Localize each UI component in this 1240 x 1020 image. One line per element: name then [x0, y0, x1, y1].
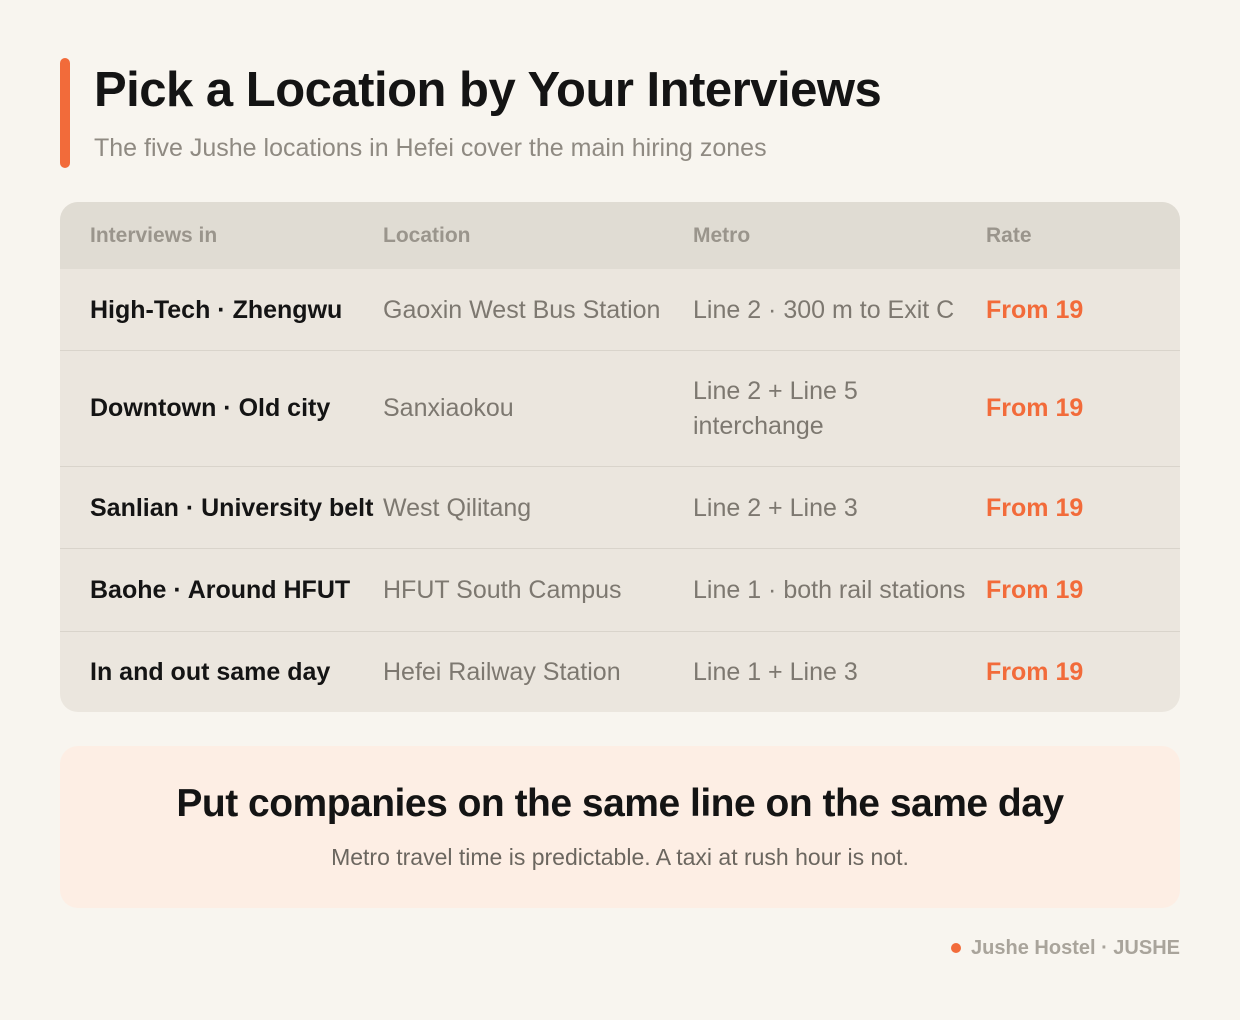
cell-metro: Line 2 · 300 m to Exit C — [693, 295, 955, 324]
cell-area: Sanlian · University belt — [90, 493, 374, 522]
title-accent-bar — [60, 58, 70, 168]
cell-metro: Line 2 + Line 5 interchange — [693, 376, 858, 440]
table-row: Downtown · Old city Sanxiaokou Line 2 + … — [60, 350, 1180, 466]
column-header-interviews: Interviews in — [90, 224, 218, 247]
table-row: Sanlian · University belt West Qilitang … — [60, 466, 1180, 549]
cell-rate: From 19 — [986, 575, 1084, 604]
cell-location: Hefei Railway Station — [383, 657, 621, 686]
cell-location: Gaoxin West Bus Station — [383, 295, 661, 324]
table-row: High-Tech · Zhengwu Gaoxin West Bus Stat… — [60, 269, 1180, 351]
footer-brand: Jushe Hostel · JUSHE — [951, 934, 1180, 962]
cell-metro: Line 1 + Line 3 — [693, 657, 858, 686]
cell-location: West Qilitang — [383, 493, 532, 522]
page-subtitle: The five Jushe locations in Hefei cover … — [94, 134, 767, 162]
column-header-location: Location — [383, 224, 471, 247]
cell-metro: Line 2 + Line 3 — [693, 493, 858, 522]
cell-rate: From 19 — [986, 657, 1084, 686]
column-header-rate: Rate — [986, 224, 1032, 247]
cell-area: In and out same day — [90, 657, 331, 686]
table-row: In and out same day Hefei Railway Statio… — [60, 631, 1180, 712]
cell-rate: From 19 — [986, 493, 1084, 522]
cell-location: Sanxiaokou — [383, 394, 514, 422]
callout-text: Metro travel time is predictable. A taxi… — [331, 844, 909, 870]
page-title: Pick a Location by Your Interviews — [94, 63, 882, 117]
locations-table: Interviews in Location Metro Rate High-T… — [60, 202, 1180, 712]
cell-area: Downtown · Old city — [90, 394, 331, 422]
page-header: Pick a Location by Your Interviews The f… — [60, 58, 1180, 168]
table-header: Interviews in Location Metro Rate — [60, 202, 1180, 269]
cell-location: HFUT South Campus — [383, 575, 622, 604]
brand-label: Jushe Hostel · JUSHE — [971, 936, 1180, 959]
callout-title: Put companies on the same line on the sa… — [176, 782, 1064, 825]
cell-area: Baohe · Around HFUT — [90, 575, 351, 604]
column-header-metro: Metro — [693, 224, 751, 247]
brand-dot-icon — [951, 943, 962, 953]
cell-rate: From 19 — [986, 295, 1084, 324]
page: Pick a Location by Your Interviews The f… — [0, 0, 1240, 1020]
cell-rate: From 19 — [986, 394, 1084, 422]
cell-area: High-Tech · Zhengwu — [90, 295, 343, 324]
cell-metro: Line 1 · both rail stations — [693, 575, 966, 604]
tip-callout: Put companies on the same line on the sa… — [60, 746, 1180, 908]
table-row: Baohe · Around HFUT HFUT South Campus Li… — [60, 548, 1180, 631]
